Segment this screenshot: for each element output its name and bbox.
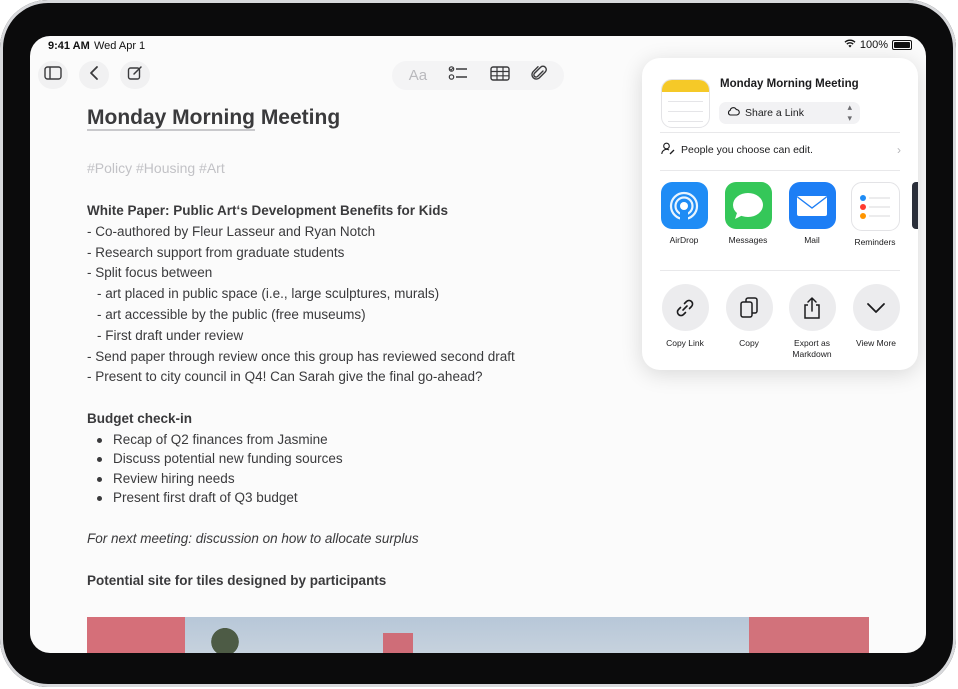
reminders-icon [850, 182, 900, 231]
chevron-right-icon: › [897, 143, 901, 157]
budget-heading: Budget check-in [87, 411, 193, 427]
new-note-button[interactable] [120, 61, 150, 89]
share-app-reminders[interactable]: Reminders [845, 182, 905, 247]
note-heading: White Paper: Public Art‘s Development Be… [87, 203, 449, 218]
sidebar-toggle-button[interactable] [38, 61, 68, 89]
battery-icon [892, 40, 912, 50]
divider [660, 170, 900, 171]
note-line: - Send paper through review once this gr… [87, 348, 515, 364]
airdrop-icon [660, 182, 708, 229]
budget-item: Present first draft of Q3 budget [87, 488, 627, 508]
note-line: - art placed in public space (i.e., larg… [97, 286, 440, 302]
status-date: Wed Apr 1 [94, 40, 146, 52]
action-label: Export as Markdown [792, 338, 832, 359]
status-time: 9:41 AM [48, 40, 90, 52]
action-label: Copy Link [666, 338, 704, 348]
sidebar-icon [44, 65, 62, 85]
share-note-title: Monday Morning Meeting [720, 78, 859, 90]
copy-button[interactable]: Copy [718, 284, 780, 349]
back-button[interactable] [79, 61, 109, 89]
note-title-underlined: Monday Morning [87, 106, 255, 131]
share-app-mail[interactable]: Mail [782, 182, 842, 245]
export-icon [788, 284, 836, 331]
copy-link-button[interactable]: Copy Link [654, 284, 716, 349]
note-line: - art accessible by the public (free mus… [97, 306, 366, 322]
ipad-screen: 9:41 AM Wed Apr 1 100% Aa Monday Morning… [30, 36, 926, 653]
share-app-label: Messages [728, 235, 768, 245]
note-line: - First draft under review [97, 327, 244, 343]
note-line: - Co-authored by Fleur Lasseur and Ryan … [87, 223, 376, 239]
share-option-label: Share a Link [745, 107, 804, 119]
share-app-label: Reminders [854, 237, 896, 247]
table-icon[interactable] [490, 65, 510, 86]
chevron-down-icon [852, 284, 900, 331]
site-heading: Potential site for tiles designed by par… [87, 572, 387, 588]
divider [660, 132, 900, 133]
link-icon [661, 284, 709, 331]
note-line: - Research support from graduate student… [87, 244, 345, 260]
note-title[interactable]: Monday Morning Meeting [87, 106, 341, 131]
action-label: View More [856, 338, 896, 348]
attachment-icon[interactable] [531, 64, 548, 87]
note-line: - Split focus between [87, 265, 213, 281]
view-more-button[interactable]: View More [845, 284, 907, 349]
next-app-peek[interactable] [912, 182, 918, 229]
status-right: 100% [844, 39, 912, 51]
note-body[interactable]: White Paper: Public Art‘s Development Be… [87, 201, 627, 592]
site-photo[interactable] [87, 617, 869, 653]
permission-row[interactable]: People you choose can edit. › [661, 142, 901, 158]
share-app-label: Mail [804, 235, 820, 245]
chevron-left-icon [89, 65, 99, 86]
cloud-icon [727, 107, 740, 119]
permission-label: People you choose can edit. [681, 144, 813, 156]
note-line: - Present to city council in Q4! Can Sar… [87, 369, 483, 385]
copy-icon [725, 284, 773, 331]
notes-app-icon [661, 79, 710, 128]
compose-icon [127, 65, 143, 86]
share-sheet: Monday Morning Meeting Share a Link ▴ ▾ P… [642, 58, 918, 370]
note-title-rest: Meeting [254, 106, 341, 129]
action-label: Copy [739, 338, 759, 348]
text-format-button[interactable]: Aa [409, 67, 427, 84]
formatting-toolbar: Aa [392, 61, 564, 90]
export-markdown-button[interactable]: Export as Markdown [781, 284, 843, 360]
person-edit-icon [661, 142, 675, 158]
budget-item: Review hiring needs [87, 469, 627, 489]
mail-icon [788, 182, 836, 229]
share-option-picker[interactable]: Share a Link ▴ ▾ [719, 102, 860, 124]
divider [660, 270, 900, 271]
share-app-airdrop[interactable]: AirDrop [654, 182, 714, 245]
budget-item: Discuss potential new funding sources [87, 449, 627, 469]
chevron-up-down-icon: ▴ ▾ [847, 102, 852, 123]
wifi-icon [844, 39, 856, 51]
messages-icon [724, 182, 772, 229]
share-app-label: AirDrop [669, 235, 699, 245]
checklist-icon[interactable] [448, 65, 468, 86]
next-meeting-note: For next meeting: discussion on how to a… [87, 530, 419, 546]
note-tags[interactable]: #Policy #Housing #Art [87, 160, 225, 176]
share-app-messages[interactable]: Messages [718, 182, 778, 245]
budget-item: Recap of Q2 finances from Jasmine [87, 430, 627, 450]
battery-percent: 100% [859, 39, 888, 51]
